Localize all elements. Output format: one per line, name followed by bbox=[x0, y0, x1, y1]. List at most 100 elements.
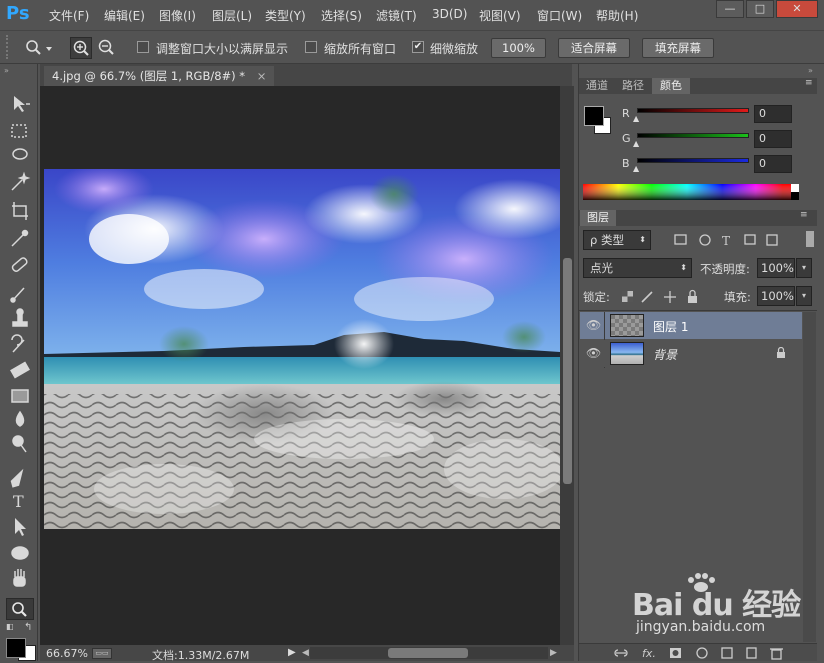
opacity-dropdown-button[interactable]: ▾ bbox=[796, 258, 812, 278]
zoom-all-windows-checkbox[interactable] bbox=[305, 41, 317, 53]
eyedropper-tool-icon bbox=[11, 229, 29, 247]
resize-windows-label: 调整窗口大小以满屏显示 bbox=[156, 42, 289, 56]
menu-3d[interactable]: 3D(D) bbox=[432, 7, 467, 21]
filter-smart-object-icon bbox=[766, 234, 778, 246]
lock-icons[interactable] bbox=[620, 289, 702, 304]
layers-panel-menu-icon[interactable]: ≡ bbox=[800, 210, 808, 220]
swap-colors-icon[interactable]: ↰ bbox=[24, 622, 32, 633]
layer-style-fx-icon: fx. bbox=[642, 647, 656, 660]
menu-view[interactable]: 视图(V) bbox=[479, 7, 521, 24]
filter-toggle-switch[interactable] bbox=[806, 231, 814, 247]
document-tab[interactable]: 4.jpg @ 66.7% (图层 1, RGB/8#) * × bbox=[44, 66, 275, 86]
layers-scrollbar[interactable] bbox=[803, 312, 816, 642]
document-tab-close-icon[interactable]: × bbox=[257, 69, 267, 83]
menu-edit[interactable]: 编辑(E) bbox=[104, 7, 145, 24]
crop-tool-icon bbox=[12, 202, 28, 220]
actual-pixels-button[interactable]: 100% bbox=[491, 38, 546, 58]
menu-type[interactable]: 类型(Y) bbox=[265, 7, 306, 24]
tools-collapse-icon[interactable]: » bbox=[4, 66, 9, 75]
lock-label: 锁定: bbox=[583, 290, 610, 304]
clone-stamp-tool-icon bbox=[12, 308, 28, 327]
blur-tool-icon bbox=[15, 410, 25, 427]
menu-image[interactable]: 图像(I) bbox=[159, 7, 196, 24]
channel-slider-handle-icon[interactable]: ▲ bbox=[633, 139, 639, 148]
default-colors-icon[interactable]: ◧ bbox=[6, 622, 18, 634]
status-menu-arrow-icon[interactable]: ▶ bbox=[288, 647, 296, 658]
layer1-thumbnail[interactable] bbox=[610, 314, 644, 337]
zoom-tool-preset-icon[interactable] bbox=[24, 39, 54, 57]
opacity-input[interactable]: 100% bbox=[757, 258, 795, 278]
channel-value-r[interactable]: 0 bbox=[754, 105, 792, 123]
baidu-watermark-url: jingyan.baidu.com bbox=[636, 619, 766, 635]
options-grip[interactable] bbox=[6, 35, 12, 59]
menu-layer[interactable]: 图层(L) bbox=[212, 7, 252, 24]
layer-filter-label: ρ 类型 bbox=[590, 233, 624, 247]
color-panel-menu-icon[interactable]: ≡ bbox=[805, 78, 813, 88]
menu-filter[interactable]: 滤镜(T) bbox=[376, 7, 417, 24]
horizontal-scrollbar-thumb[interactable] bbox=[388, 648, 468, 658]
channel-slider-g[interactable] bbox=[637, 133, 749, 138]
fit-screen-button[interactable]: 适合屏幕 bbox=[558, 38, 630, 58]
zoom-all-windows-label: 缩放所有窗口 bbox=[324, 42, 397, 56]
menu-window[interactable]: 窗口(W) bbox=[537, 7, 582, 24]
channel-slider-handle-icon[interactable]: ▲ bbox=[633, 114, 639, 123]
tab-layers[interactable]: 图层 bbox=[580, 210, 616, 226]
background-visibility-eye-icon[interactable]: 👁 bbox=[586, 346, 601, 360]
tab-channels[interactable]: 通道 bbox=[580, 78, 614, 94]
fill-input[interactable]: 100% bbox=[757, 286, 795, 306]
tab-paths[interactable]: 路径 bbox=[616, 78, 650, 94]
healing-brush-tool-icon bbox=[11, 257, 28, 272]
zoom-in-button[interactable] bbox=[70, 37, 92, 59]
background-layer-name[interactable]: 背景 bbox=[653, 346, 677, 363]
chevron-updown-icon: ⬍ bbox=[680, 263, 687, 272]
layer-filter-icons[interactable]: T bbox=[672, 232, 790, 248]
channel-label-r: R bbox=[622, 107, 630, 120]
tab-color[interactable]: 颜色 bbox=[652, 78, 690, 94]
new-group-icon bbox=[721, 647, 733, 659]
hscroll-right-icon[interactable]: ▶ bbox=[550, 648, 557, 658]
channel-value-g[interactable]: 0 bbox=[754, 130, 792, 148]
pen-tool-icon bbox=[10, 468, 24, 488]
menu-select[interactable]: 选择(S) bbox=[321, 7, 362, 24]
color-panel-foreground-swatch[interactable] bbox=[584, 106, 604, 126]
hscroll-left-icon[interactable]: ◀ bbox=[302, 648, 309, 658]
channel-slider-handle-icon[interactable]: ▲ bbox=[633, 164, 639, 173]
channel-slider-b[interactable] bbox=[637, 158, 749, 163]
minimize-button[interactable]: — bbox=[716, 0, 744, 18]
document-canvas-image[interactable] bbox=[44, 169, 560, 529]
new-layer-icon bbox=[746, 647, 757, 659]
foreground-color-swatch[interactable] bbox=[6, 638, 26, 658]
layer-filter-dropdown[interactable]: ρ 类型 ⬍ bbox=[583, 230, 651, 250]
menu-file[interactable]: 文件(F) bbox=[49, 7, 89, 24]
menu-help[interactable]: 帮助(H) bbox=[596, 7, 638, 24]
eraser-tool-icon bbox=[10, 361, 30, 379]
restore-button[interactable]: □ bbox=[746, 0, 774, 18]
layer1-visibility-eye-icon[interactable]: 👁 bbox=[586, 318, 601, 332]
channel-value-b[interactable]: 0 bbox=[754, 155, 792, 173]
scrubby-zoom-checkbox[interactable]: ✔ bbox=[412, 41, 424, 53]
status-preview-icon[interactable]: ▭▭ bbox=[92, 648, 112, 659]
ellipse-tool-icon bbox=[11, 546, 29, 560]
color-panel-tabbar bbox=[579, 78, 817, 94]
fill-screen-button[interactable]: 填充屏幕 bbox=[642, 38, 714, 58]
close-button[interactable]: ✕ bbox=[776, 0, 818, 18]
zoom-out-icon bbox=[98, 39, 114, 55]
filter-type-icon: T bbox=[722, 234, 730, 248]
color-spectrum-bar[interactable] bbox=[583, 184, 799, 200]
background-thumbnail[interactable] bbox=[610, 342, 644, 365]
zoom-tool-button[interactable] bbox=[6, 598, 34, 620]
filter-adjustment-icon bbox=[699, 234, 711, 246]
fill-dropdown-button[interactable]: ▾ bbox=[796, 286, 812, 306]
link-layers-icon bbox=[614, 649, 628, 657]
vertical-scrollbar-thumb[interactable] bbox=[563, 258, 572, 484]
zoom-level[interactable]: 66.67% bbox=[46, 647, 88, 660]
channel-slider-r[interactable] bbox=[637, 108, 749, 113]
layer1-name[interactable]: 图层 1 bbox=[653, 318, 688, 335]
zoom-out-button[interactable] bbox=[96, 37, 118, 59]
panels-collapse-icon[interactable]: » bbox=[808, 66, 813, 75]
blend-mode-dropdown[interactable]: 点光 ⬍ bbox=[583, 258, 692, 278]
layers-bottom-icons[interactable]: fx. bbox=[612, 645, 792, 660]
lasso-tool-icon bbox=[12, 148, 28, 160]
dodge-tool-icon bbox=[12, 435, 27, 453]
resize-windows-checkbox[interactable] bbox=[137, 41, 149, 53]
